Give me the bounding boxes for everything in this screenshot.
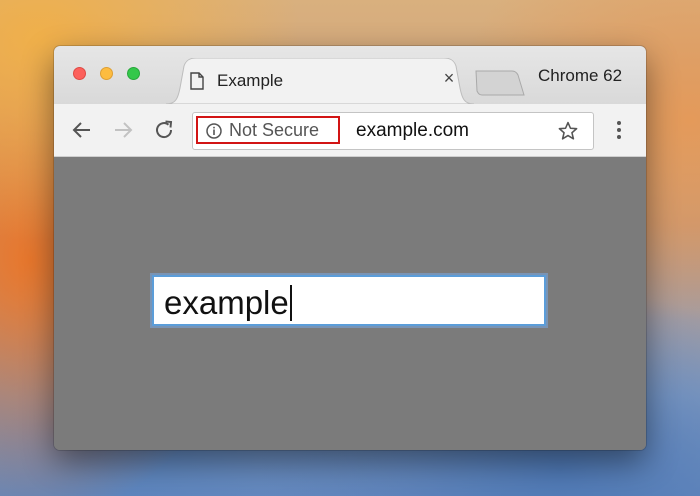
menu-dots-icon[interactable] bbox=[612, 118, 626, 142]
browser-window: Example × Chrome 62 Not Secure example.c… bbox=[54, 46, 646, 450]
close-window-icon[interactable] bbox=[73, 67, 86, 80]
close-tab-icon[interactable]: × bbox=[440, 69, 458, 87]
document-icon bbox=[190, 72, 204, 90]
new-tab-icon[interactable] bbox=[474, 70, 526, 96]
forward-arrow-icon[interactable] bbox=[111, 118, 135, 142]
text-caret bbox=[289, 285, 292, 321]
browser-version-label: Chrome 62 bbox=[538, 66, 623, 85]
toolbar: Not Secure example.com bbox=[54, 104, 646, 157]
page-content: example bbox=[54, 157, 646, 450]
security-indicator[interactable]: Not Secure bbox=[196, 116, 340, 144]
url-text[interactable]: example.com bbox=[356, 120, 469, 142]
tab[interactable] bbox=[166, 58, 474, 104]
text-input-value-wrap: example bbox=[164, 284, 292, 322]
back-arrow-icon[interactable] bbox=[70, 118, 94, 142]
bookmark-star-icon[interactable] bbox=[557, 120, 579, 142]
reload-icon[interactable] bbox=[152, 118, 176, 142]
text-input[interactable]: example bbox=[152, 275, 546, 326]
minimize-window-icon[interactable] bbox=[100, 67, 113, 80]
security-label: Not Secure bbox=[229, 120, 320, 140]
tab-title: Example bbox=[217, 71, 284, 90]
title-bar: Example × Chrome 62 bbox=[54, 46, 646, 104]
info-icon bbox=[206, 123, 222, 139]
text-input-value: example bbox=[164, 284, 289, 321]
address-bar[interactable]: Not Secure example.com bbox=[192, 112, 594, 150]
zoom-window-icon[interactable] bbox=[127, 67, 140, 80]
